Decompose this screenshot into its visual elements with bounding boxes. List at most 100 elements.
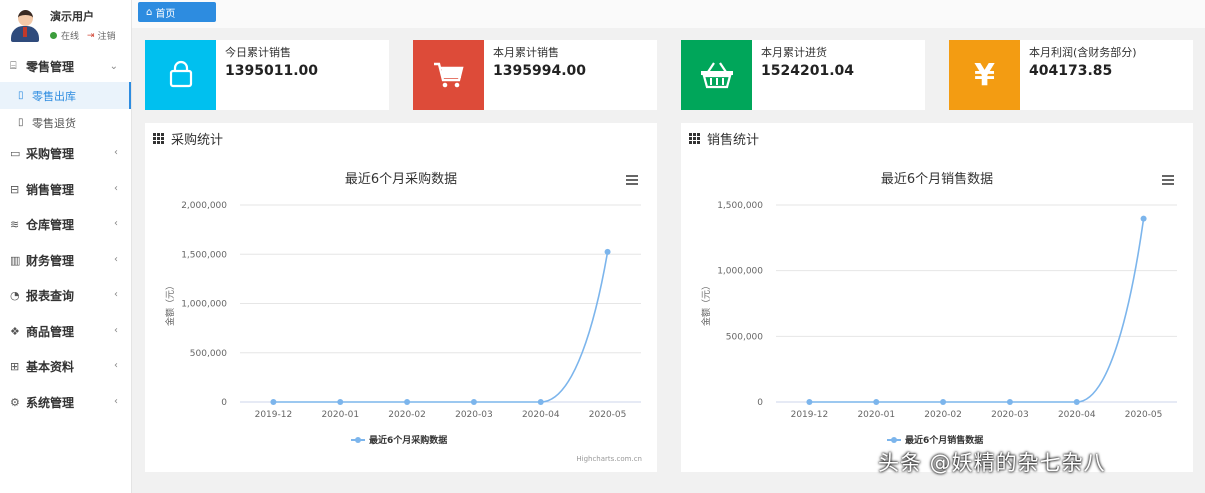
sidebar-item-basic-data[interactable]: ⊞ 基本资料 ‹: [0, 349, 131, 385]
x-tick-label: 2020-03: [991, 410, 1029, 420]
stat-label: 本月累计进货: [761, 46, 827, 59]
sidebar-item-label: 财务管理: [26, 253, 75, 268]
stat-card-month-purchase: 本月累计进货 1524201.04: [681, 40, 925, 110]
chevron-left-icon: ‹: [114, 324, 118, 336]
x-tick-label: 2019-12: [255, 410, 293, 420]
logout-link[interactable]: 注销: [98, 29, 116, 42]
stat-value: 404173.85: [1029, 63, 1113, 79]
chart-menu-icon[interactable]: [626, 175, 638, 185]
y-tick-label: 1,000,000: [181, 300, 227, 310]
chart-credits[interactable]: Highcharts.com.cn: [576, 455, 642, 463]
logout-icon[interactable]: ⇥: [87, 31, 95, 41]
sidebar-item-label: 仓库管理: [26, 218, 75, 233]
sidebar-item-label: 基本资料: [26, 360, 75, 375]
x-tick-label: 2020-04: [522, 410, 560, 420]
sidebar-item-label: 报表查询: [26, 289, 75, 304]
data-point[interactable]: [404, 399, 411, 405]
data-point[interactable]: [470, 399, 477, 405]
chevron-left-icon: ‹: [114, 253, 118, 265]
panel-purchase-stats: 采购统计 最近6个月采购数据 0 500,000 1,000,000 1,500,000…: [145, 123, 657, 472]
y-tick-label: 1,500,000: [717, 201, 763, 211]
briefcase-icon: ⊟: [10, 182, 20, 196]
data-point[interactable]: [806, 399, 813, 405]
layers-icon: ≋: [10, 218, 20, 232]
data-point[interactable]: [1140, 215, 1147, 222]
x-tick-label: 2020-05: [1125, 410, 1163, 420]
stat-label: 本月累计销售: [493, 46, 559, 59]
y-tick-label: 0: [757, 398, 763, 408]
pie-icon: ◔: [10, 289, 20, 303]
x-tick-label: 2020-01: [321, 410, 359, 420]
basket-icon: [681, 40, 752, 110]
data-point[interactable]: [940, 399, 947, 405]
sidebar-item-system[interactable]: ⚙ 系统管理 ‹: [0, 385, 131, 421]
tab-home[interactable]: ⌂ 首页: [138, 2, 216, 22]
gift-icon: ⌸: [10, 59, 17, 72]
y-tick-label: 500,000: [726, 332, 763, 342]
sidebar-item-purchase[interactable]: ▭ 采购管理 ‹: [0, 136, 131, 172]
sidebar-item-label: 商品管理: [26, 324, 75, 339]
series-line: [273, 251, 609, 403]
data-point[interactable]: [1073, 399, 1080, 405]
panel-sales-stats: 销售统计 最近6个月销售数据 0 500,000 1,000,000 1,500,000…: [681, 123, 1193, 472]
map-icon: ▥: [10, 253, 21, 267]
chart-menu-icon[interactable]: [1162, 175, 1174, 185]
chevron-left-icon: ‹: [114, 395, 118, 407]
chart-title: 最近6个月销售数据: [881, 171, 993, 187]
user-panel: 演示用户 在线 ⇥ 注销: [0, 0, 131, 50]
y-tick-label: 1,500,000: [181, 250, 227, 260]
tab-home-label: 首页: [155, 8, 176, 20]
grid-icon: [153, 133, 164, 144]
chevron-left-icon: ‹: [114, 360, 118, 371]
sidebar-subitem-label: 零售退货: [32, 116, 76, 130]
sidebar-item-finance[interactable]: ▥ 财务管理 ‹: [0, 243, 131, 279]
data-point[interactable]: [337, 399, 344, 405]
y-tick-label: 1,000,000: [717, 267, 763, 277]
yen-icon: ¥: [949, 40, 1020, 110]
data-point[interactable]: [270, 399, 277, 405]
stat-value: 1524201.04: [761, 63, 854, 79]
sidebar: 演示用户 在线 ⇥ 注销 ⌸ 零售管理 ⌄ ▯ 零售出库 ▯ 零售退货 ▭ 采购…: [0, 0, 132, 493]
x-tick-label: 2020-04: [1058, 410, 1096, 420]
sidebar-item-reports[interactable]: ◔ 报表查询 ‹: [0, 278, 131, 314]
document-icon: ▯: [18, 117, 24, 128]
sidebar-item-label: 销售管理: [26, 182, 75, 197]
data-point[interactable]: [873, 399, 880, 405]
x-tick-label: 2020-01: [857, 410, 895, 420]
sidebar-subitem-retail-return[interactable]: ▯ 零售退货: [0, 109, 131, 136]
x-tick-label: 2020-03: [455, 410, 493, 420]
sidebar-item-products[interactable]: ❖ 商品管理 ‹: [0, 314, 131, 350]
data-point[interactable]: [1006, 399, 1013, 405]
data-point[interactable]: [604, 248, 611, 255]
sidebar-item-sales[interactable]: ⊟ 销售管理 ‹: [0, 172, 131, 208]
sidebar-item-warehouse[interactable]: ≋ 仓库管理 ‹: [0, 207, 131, 243]
avatar: [10, 8, 40, 42]
legend-label: 最近6个月销售数据: [905, 434, 983, 446]
sidebar-subitem-retail-out[interactable]: ▯ 零售出库: [0, 82, 131, 109]
cart-icon: [413, 40, 484, 110]
y-tick-label: 0: [221, 398, 227, 408]
y-axis-label: 金额（元）: [164, 281, 176, 326]
panel-title: 销售统计: [707, 133, 760, 148]
chart-title: 最近6个月采购数据: [345, 171, 457, 187]
legend-item[interactable]: 最近6个月采购数据: [351, 434, 447, 446]
stat-value: 1395994.00: [493, 63, 586, 79]
y-tick-label: 2,000,000: [181, 201, 227, 211]
purchase-chart: 最近6个月采购数据 0 500,000 1,000,000 1,500,000 2,000…: [164, 171, 642, 463]
chevron-left-icon: ‹: [114, 182, 118, 194]
legend-item[interactable]: 最近6个月销售数据: [887, 434, 983, 446]
panel-title: 采购统计: [171, 133, 224, 148]
stat-label: 今日累计销售: [225, 46, 291, 59]
chevron-down-icon: ⌄: [109, 61, 118, 72]
x-tick-label: 2020-02: [388, 410, 426, 420]
gear-icon: ⚙: [10, 395, 20, 409]
x-tick-label: 2019-12: [791, 410, 829, 420]
sidebar-item-retail[interactable]: ⌸ 零售管理 ⌄: [0, 50, 131, 82]
bag-icon: [145, 40, 216, 110]
document-icon: ▯: [18, 90, 24, 101]
sidebar-item-label: 零售管理: [26, 59, 75, 74]
sales-chart: 最近6个月销售数据 0 500,000 1,000,000 1,500,000 金额（元）…: [700, 171, 1177, 446]
user-name: 演示用户: [50, 10, 94, 23]
data-point[interactable]: [537, 399, 544, 405]
stat-label: 本月利润(含财务部分): [1029, 46, 1137, 59]
